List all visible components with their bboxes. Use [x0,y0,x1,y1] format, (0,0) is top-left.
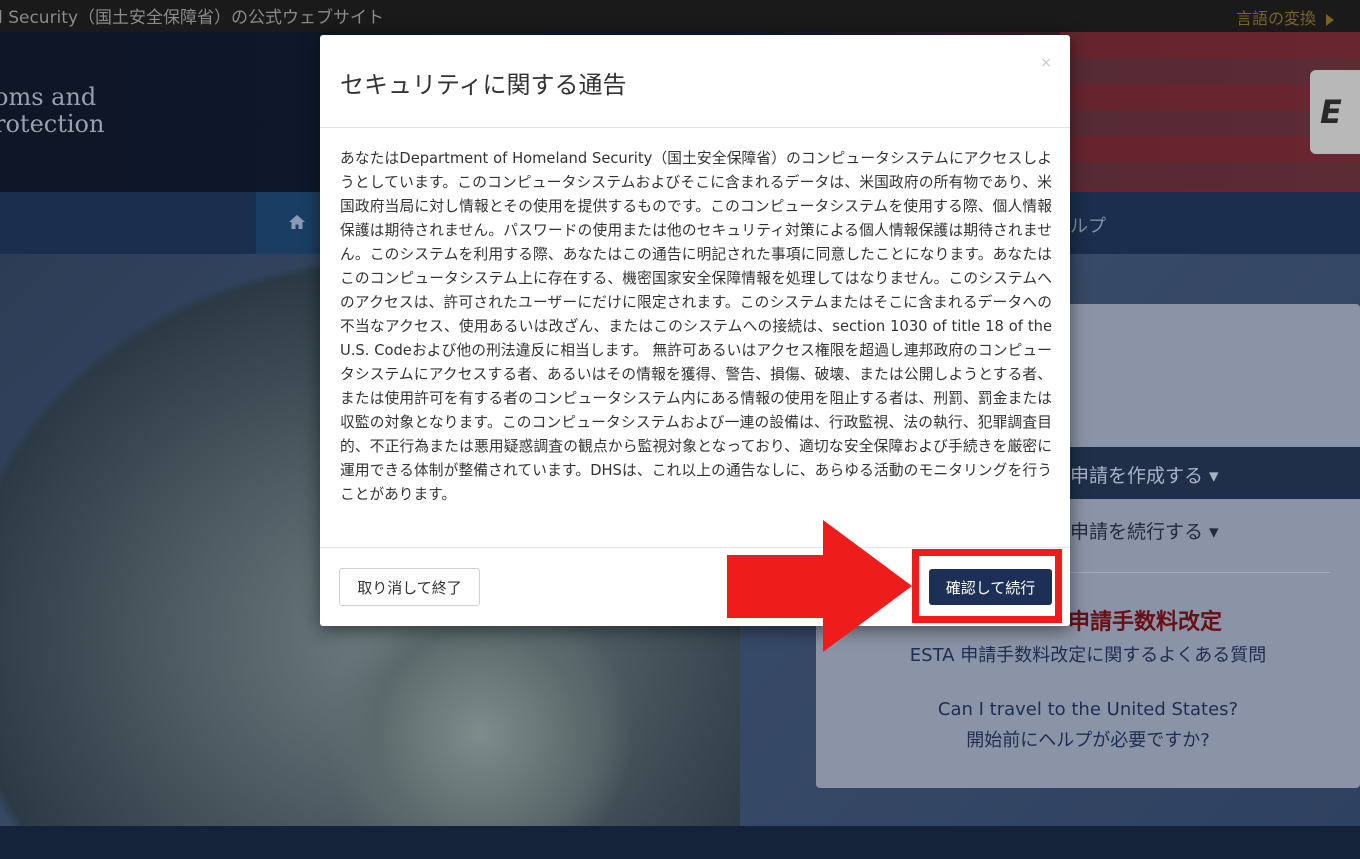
red-arrow-annotation [727,520,912,652]
help-link[interactable]: 開始前にヘルプが必要ですか? [816,726,1360,752]
close-icon[interactable]: × [1040,55,1052,71]
home-icon [289,215,305,229]
travel-link[interactable]: Can I travel to the United States? [816,699,1360,720]
triangle-right-icon [1326,13,1334,26]
esta-logo: E [1310,70,1360,154]
cancel-and-exit-button[interactable]: 取り消して終了 [339,568,480,606]
footer-strip [0,826,1360,859]
continue-application-button[interactable]: 申請を続行する ▾ [1040,503,1360,555]
agency-line-1: oms and [0,83,97,111]
language-switch-label: 言語の変換 [1235,9,1316,28]
modal-title: セキュリティに関する通告 [340,71,627,99]
security-notice-text: あなたはDepartment of Homeland Security（国土安全… [340,150,1052,503]
continue-application-label: 申請を続行する ▾ [1070,521,1219,543]
security-notice-modal: セキュリティに関する通告 × あなたはDepartment of Homelan… [320,35,1070,626]
agency-line-2: rotection [0,110,105,138]
agency-name: oms and rotection [0,84,104,138]
fee-revision-title: 申請手数料改定 [1068,610,1223,635]
official-site-text: d Security（国土安全保障省）の公式ウェブサイト [0,8,385,28]
create-application-button[interactable]: 申請を作成する ▾ [1040,447,1360,499]
top-bar: d Security（国土安全保障省）の公式ウェブサイト 言語の変換 [0,0,1360,32]
nav-help[interactable]: ルプ [1070,212,1106,238]
modal-footer: 取り消して終了 確認して続行 [320,547,1070,627]
confirm-and-continue-button[interactable]: 確認して続行 [929,569,1052,605]
language-switch-link[interactable]: 言語の変換 [1236,5,1334,29]
modal-header: セキュリティに関する通告 × [320,35,1070,128]
create-application-label: 申請を作成する ▾ [1070,465,1219,487]
